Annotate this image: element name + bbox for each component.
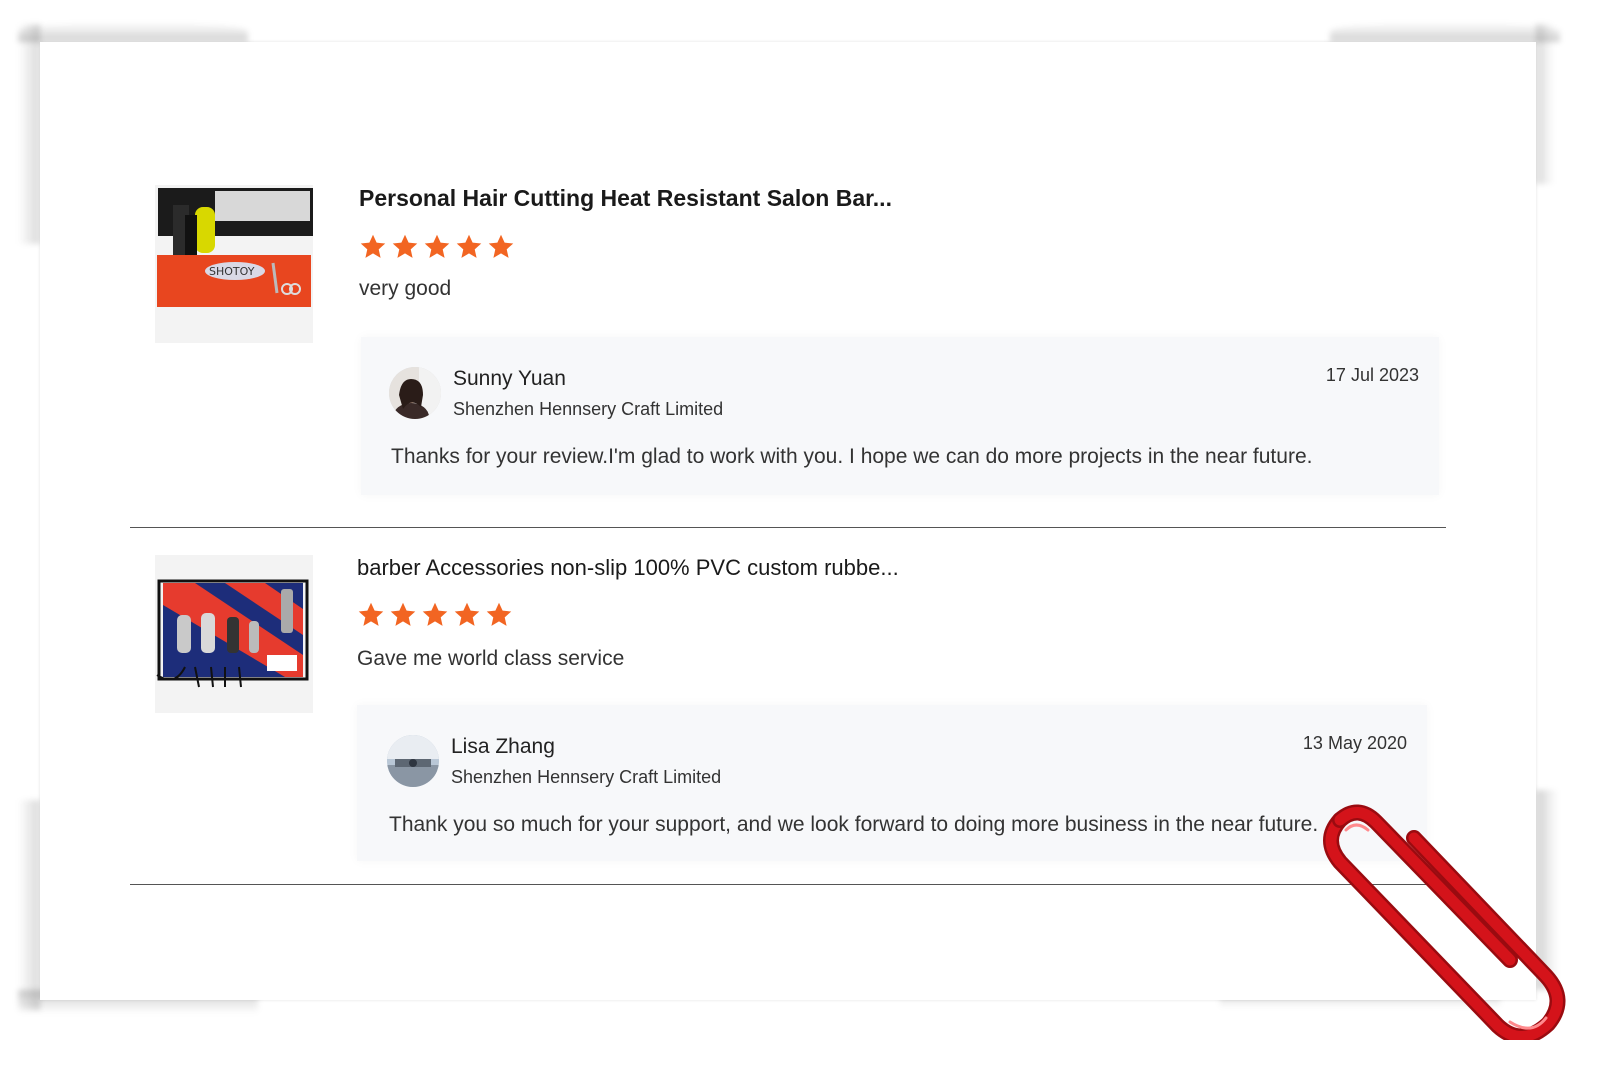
- reply-text: Thank you so much for your support, and …: [389, 813, 1319, 836]
- divider: [130, 527, 1446, 528]
- paperclip-icon: [1323, 804, 1566, 1040]
- svg-text:SHOTOY: SHOTOY: [209, 265, 255, 278]
- star-icon: [360, 234, 386, 258]
- product-thumbnail-striped-mat-icon: [155, 555, 313, 713]
- star-icon: [486, 602, 512, 626]
- product-thumbnail-orange-mat-icon: SHOTOY: [155, 185, 313, 343]
- product-thumbnail[interactable]: SHOTOY: [155, 185, 313, 343]
- reply-author-name: Sunny Yuan: [453, 367, 566, 390]
- review-comment: very good: [359, 277, 452, 300]
- reply-company: Shenzhen Hennsery Craft Limited: [453, 399, 724, 419]
- reply-company: Shenzhen Hennsery Craft Limited: [451, 767, 722, 787]
- avatar: [389, 367, 441, 419]
- star-icon: [456, 234, 482, 258]
- paper-curl-shadow: [18, 800, 40, 1010]
- avatar: [387, 735, 439, 787]
- landscape-avatar-icon: [387, 735, 439, 787]
- product-title[interactable]: Personal Hair Cutting Heat Resistant Sal…: [359, 185, 892, 212]
- supplier-reply: Lisa Zhang Shenzhen Hennsery Craft Limit…: [357, 705, 1427, 861]
- paper-curl-shadow: [1330, 22, 1560, 42]
- rating-stars: [359, 233, 515, 261]
- reply-text: Thanks for your review.I'm glad to work …: [391, 445, 1313, 468]
- product-title[interactable]: barber Accessories non-slip 100% PVC cus…: [357, 555, 899, 581]
- star-icon: [424, 234, 450, 258]
- star-icon: [358, 602, 384, 626]
- reply-author-name: Lisa Zhang: [451, 735, 555, 758]
- star-icon: [454, 602, 480, 626]
- star-icon: [422, 602, 448, 626]
- product-thumbnail[interactable]: [155, 555, 313, 713]
- paper-curl-shadow: [18, 22, 248, 42]
- rating-stars: [357, 601, 513, 629]
- star-icon: [488, 234, 514, 258]
- divider: [130, 884, 1446, 885]
- review-comment: Gave me world class service: [357, 647, 625, 670]
- reply-date: 17 Jul 2023: [1325, 365, 1419, 385]
- reply-date: 13 May 2020: [1302, 733, 1407, 753]
- star-icon: [390, 602, 416, 626]
- paper-curl-shadow: [1536, 24, 1554, 184]
- person-avatar-icon: [389, 367, 441, 419]
- paper-curl-shadow: [18, 24, 40, 244]
- supplier-reply: Sunny Yuan Shenzhen Hennsery Craft Limit…: [361, 337, 1439, 495]
- star-icon: [392, 234, 418, 258]
